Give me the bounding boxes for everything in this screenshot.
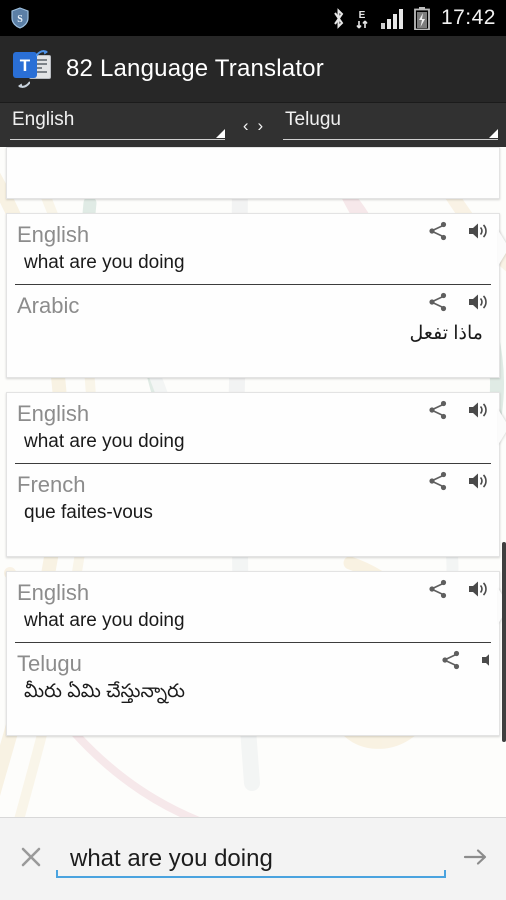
share-icon[interactable] (427, 291, 449, 313)
page-title: 82 Language Translator (66, 55, 324, 82)
close-x-icon (19, 845, 43, 874)
signal-bars-icon (380, 8, 405, 29)
edge-network-icon: E (355, 7, 372, 30)
share-icon[interactable] (427, 470, 449, 492)
swap-languages-button[interactable]: ‹ › (227, 117, 279, 134)
card-source-text: what are you doing (24, 610, 185, 631)
card-source-actions (427, 220, 489, 242)
svg-text:E: E (359, 10, 366, 21)
card-flag-marker (498, 230, 506, 266)
card-source-row: English what are you doing (15, 572, 491, 643)
card-target-language: Telugu (17, 651, 82, 676)
translation-card[interactable]: English what are you doing (6, 213, 506, 378)
source-language-value: English (12, 109, 75, 130)
translation-card[interactable]: English what are you doing (6, 392, 506, 557)
card-target-language: Arabic (17, 293, 80, 318)
card-target-text: ماذا تفعل (409, 323, 483, 344)
chevron-left-icon: ‹ (242, 115, 249, 135)
card-source-row: English what are you doing (15, 393, 491, 464)
share-icon[interactable] (440, 649, 462, 671)
card-source-text: what are you doing (24, 252, 185, 273)
target-language-value: Telugu (285, 109, 341, 130)
source-language-spinner[interactable]: English (6, 108, 227, 142)
status-bar-clock: 17:42 (440, 6, 496, 29)
share-icon[interactable] (427, 399, 449, 421)
target-language-spinner[interactable]: Telugu (279, 108, 500, 142)
speaker-icon[interactable] (467, 291, 489, 313)
card-flag-marker (498, 409, 506, 445)
speaker-icon[interactable] (467, 220, 489, 242)
chevron-right-icon: › (257, 115, 264, 135)
status-bar-left-icons: S (10, 7, 30, 29)
clear-input-button[interactable] (14, 842, 48, 876)
language-selector-bar: English ‹ › Telugu (0, 103, 506, 147)
card-target-row: French que faites-vous (15, 464, 491, 556)
translate-send-button[interactable] (458, 842, 492, 876)
app-icon-arrow-top (36, 50, 48, 57)
app-action-bar: T 82 Language Translator (0, 36, 506, 103)
vertical-scrollbar-thumb[interactable] (502, 542, 506, 742)
card-source-language: English (17, 401, 90, 426)
bluetooth-icon (331, 7, 346, 30)
battery-charging-icon (414, 6, 430, 30)
card-target-row: Telugu మీరు ఏమి చేస్తున్నారు (15, 643, 491, 735)
spinner-triangle-icon (489, 129, 498, 138)
target-spinner-rule (283, 139, 498, 140)
card-target-row: Arabic ماذا تفعل (15, 285, 491, 377)
speaker-icon[interactable] (480, 649, 489, 671)
arrow-right-icon (462, 845, 488, 874)
speaker-icon[interactable] (467, 578, 489, 600)
card-target-actions (440, 649, 489, 671)
card-source-language: English (17, 222, 90, 247)
spinner-triangle-icon (216, 129, 225, 138)
card-target-text: que faites-vous (24, 502, 153, 523)
translation-card-partial[interactable] (6, 147, 500, 199)
translation-history-scroll[interactable]: English what are you doing Arabic ماذا ت… (0, 147, 506, 817)
speaker-icon[interactable] (467, 470, 489, 492)
card-source-actions (427, 399, 489, 421)
card-target-text: మీరు ఏమి చేస్తున్నారు (24, 681, 186, 702)
card-source-actions (427, 578, 489, 600)
translate-input-bar: what are you doing (0, 817, 506, 900)
status-bar-right-icons: E 17:42 (331, 6, 496, 30)
card-source-row: English what are you doing (15, 214, 491, 285)
card-target-actions (427, 470, 489, 492)
translator-app-icon: T (12, 49, 52, 89)
card-source-language: English (17, 580, 90, 605)
card-source-text: what are you doing (24, 431, 185, 452)
input-underline (56, 870, 446, 878)
share-icon[interactable] (427, 220, 449, 242)
svg-text:S: S (17, 14, 23, 25)
card-target-language: French (17, 472, 86, 497)
translation-card-list: English what are you doing Arabic ماذا ت… (0, 147, 506, 736)
card-target-actions (427, 291, 489, 313)
app-icon-arrow-bottom (18, 81, 30, 88)
translate-text-input[interactable]: what are you doing (56, 836, 446, 882)
speaker-icon[interactable] (467, 399, 489, 421)
security-shield-icon: S (10, 7, 30, 29)
status-bar: S E 17:42 (0, 0, 506, 36)
translator-app-screen: S E 17:42 T 82 Language Translator Engli… (0, 0, 506, 900)
translation-card[interactable]: English what are you doing (6, 571, 506, 736)
translate-input-value: what are you doing (70, 845, 273, 872)
source-spinner-rule (10, 139, 225, 140)
app-icon-letter-t: T (13, 52, 37, 78)
share-icon[interactable] (427, 578, 449, 600)
